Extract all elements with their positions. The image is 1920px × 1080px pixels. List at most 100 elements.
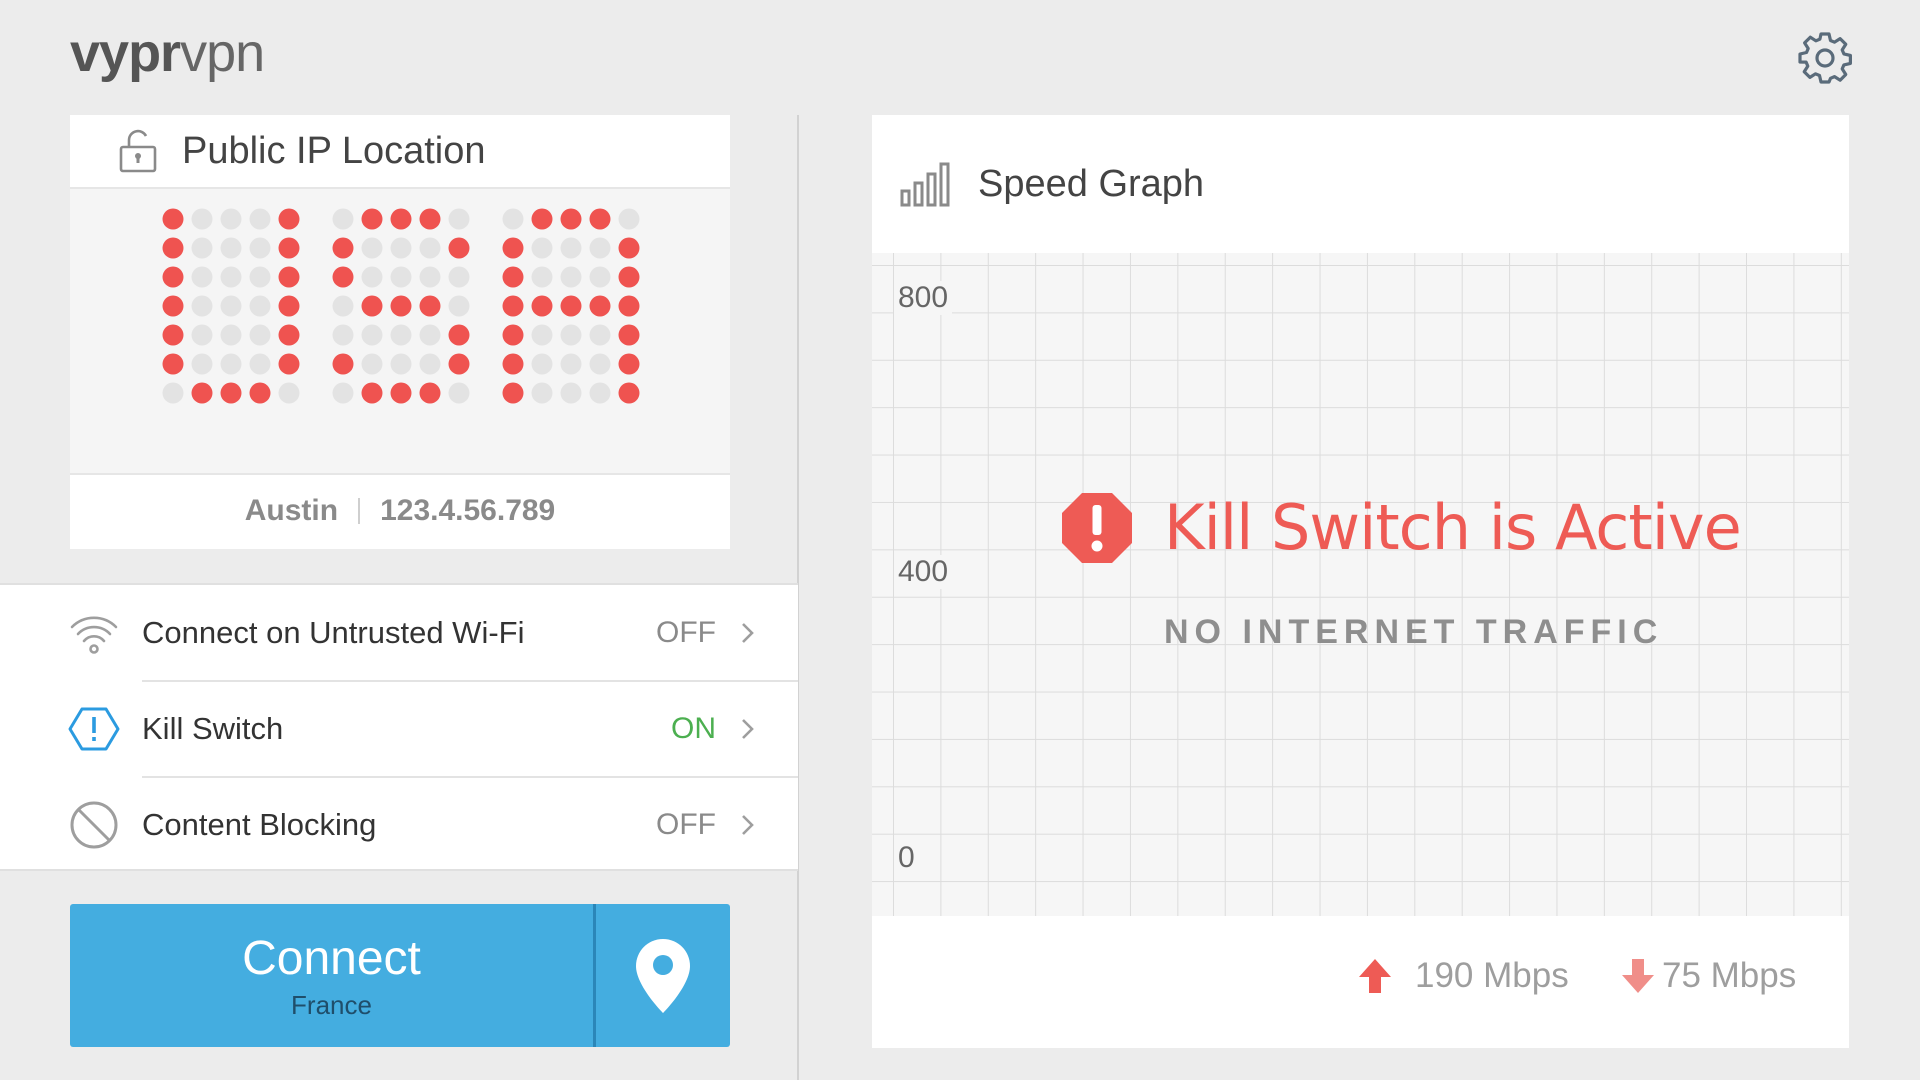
chevron-right-icon <box>742 719 754 739</box>
matrix-dot-off <box>589 237 611 259</box>
dot-matrix-svg <box>162 208 640 404</box>
matrix-dot-off <box>332 324 354 346</box>
matrix-dot-off <box>191 266 213 288</box>
y-tick-0: 0 <box>894 841 919 875</box>
matrix-dot-off <box>249 237 271 259</box>
matrix-dot-off <box>220 237 242 259</box>
matrix-dot-off <box>560 324 582 346</box>
matrix-dot-on <box>531 295 553 317</box>
matrix-dot-off <box>419 324 441 346</box>
block-icon <box>70 801 118 849</box>
matrix-dot-on <box>278 266 300 288</box>
matrix-dot-on <box>162 208 184 230</box>
matrix-dot-off <box>249 208 271 230</box>
matrix-dot-off <box>191 208 213 230</box>
matrix-dot-off <box>390 353 412 375</box>
matrix-dot-off <box>390 237 412 259</box>
matrix-dot-on <box>278 237 300 259</box>
matrix-dot-on <box>278 295 300 317</box>
upload-arrow-icon <box>1359 959 1391 993</box>
matrix-dot-on <box>390 295 412 317</box>
setting-state: OFF <box>656 616 716 649</box>
matrix-dot-off <box>361 266 383 288</box>
matrix-dot-off <box>332 295 354 317</box>
ip-country-dot-matrix <box>70 189 730 475</box>
settings-list: Connect on Untrusted Wi-Fi OFF Kill Swit… <box>0 583 798 871</box>
matrix-dot-off <box>162 382 184 404</box>
matrix-dot-on <box>502 382 524 404</box>
matrix-dot-on <box>419 208 441 230</box>
matrix-dot-off <box>191 237 213 259</box>
matrix-dot-off <box>448 382 470 404</box>
matrix-dot-on <box>618 295 640 317</box>
matrix-dot-off <box>531 237 553 259</box>
setting-content-blocking[interactable]: Content Blocking OFF <box>0 777 798 873</box>
matrix-dot-on <box>502 237 524 259</box>
setting-untrusted-wifi[interactable]: Connect on Untrusted Wi-Fi OFF <box>0 585 798 681</box>
matrix-dot-off <box>220 353 242 375</box>
ip-card-title: Public IP Location <box>182 129 486 172</box>
wifi-icon <box>70 616 118 654</box>
setting-kill-switch[interactable]: Kill Switch ON <box>0 681 798 777</box>
matrix-dot-on <box>618 353 640 375</box>
connect-main[interactable]: Connect France <box>70 904 596 1047</box>
matrix-dot-on <box>448 237 470 259</box>
matrix-dot-off <box>531 382 553 404</box>
download-arrow-icon <box>1622 959 1654 993</box>
matrix-dot-off <box>191 295 213 317</box>
matrix-dot-off <box>560 266 582 288</box>
matrix-dot-off <box>361 353 383 375</box>
matrix-dot-off <box>220 295 242 317</box>
matrix-dot-on <box>618 237 640 259</box>
matrix-dot-on <box>531 208 553 230</box>
matrix-dot-on <box>502 353 524 375</box>
connect-button[interactable]: Connect France <box>70 904 730 1047</box>
speed-readouts: 190 Mbps 75 Mbps <box>872 916 1849 1048</box>
upload-speed: 190 Mbps <box>1357 956 1569 996</box>
ip-separator <box>358 498 361 524</box>
speed-graph-title: Speed Graph <box>978 162 1205 205</box>
matrix-dot-on <box>278 208 300 230</box>
matrix-dot-off <box>249 324 271 346</box>
matrix-dot-off <box>531 324 553 346</box>
matrix-dot-on <box>332 266 354 288</box>
choose-location-button[interactable] <box>596 904 730 1047</box>
matrix-dot-on <box>618 324 640 346</box>
matrix-dot-off <box>390 266 412 288</box>
signal-bars-icon <box>900 162 950 207</box>
matrix-dot-on <box>419 382 441 404</box>
matrix-dot-on <box>390 208 412 230</box>
download-speed: 75 Mbps <box>1620 956 1796 996</box>
matrix-dot-off <box>448 295 470 317</box>
matrix-dot-on <box>162 295 184 317</box>
matrix-dot-on <box>162 237 184 259</box>
matrix-dot-off <box>419 353 441 375</box>
speed-graph-grid: 800 400 0 <box>872 253 1849 916</box>
ip-address: 123.4.56.789 <box>380 494 556 527</box>
y-tick-800: 800 <box>894 281 953 315</box>
matrix-dot-off <box>531 353 553 375</box>
matrix-dot-on <box>589 295 611 317</box>
matrix-dot-on <box>448 324 470 346</box>
location-pin-icon <box>636 938 690 1013</box>
matrix-dot-off <box>191 353 213 375</box>
setting-label: Connect on Untrusted Wi-Fi <box>142 615 525 650</box>
matrix-dot-off <box>618 208 640 230</box>
matrix-dot-off <box>419 266 441 288</box>
gear-icon[interactable] <box>1797 30 1853 86</box>
speed-graph-header: Speed Graph <box>872 115 1849 253</box>
setting-label: Content Blocking <box>142 807 377 842</box>
chevron-right-icon <box>742 623 754 643</box>
matrix-dot-on <box>448 353 470 375</box>
public-ip-card: Public IP Location Austin 123.4.56.789 <box>70 115 730 549</box>
matrix-dot-off <box>361 324 383 346</box>
matrix-dot-on <box>191 382 213 404</box>
matrix-dot-off <box>249 266 271 288</box>
matrix-dot-on <box>162 353 184 375</box>
matrix-dot-on <box>220 382 242 404</box>
matrix-dot-off <box>332 382 354 404</box>
matrix-dot-off <box>448 208 470 230</box>
matrix-dot-off <box>419 237 441 259</box>
matrix-dot-on <box>560 208 582 230</box>
matrix-dot-on <box>361 382 383 404</box>
